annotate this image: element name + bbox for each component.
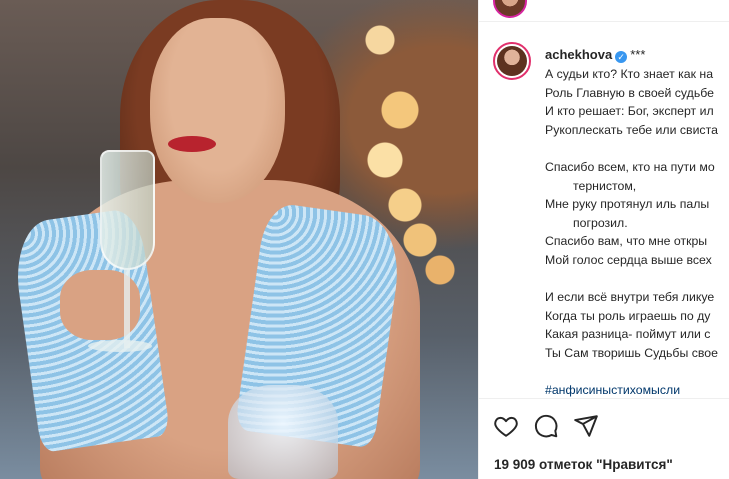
heart-icon[interactable] (493, 413, 519, 439)
caption-header: achekhova ✓ *** (545, 47, 645, 63)
caption-line: Мне руку протянул иль палы (545, 197, 710, 212)
caption-line: Спасибо всем, кто на пути мо (545, 159, 715, 174)
username-link[interactable]: achekhova (545, 47, 612, 62)
caption-gap (545, 270, 718, 289)
caption-line: Ты Сам творишь Судьбы свое (545, 345, 718, 360)
verified-badge-icon: ✓ (615, 51, 628, 63)
photo-champagne-glass (100, 150, 155, 270)
avatar[interactable] (493, 42, 531, 80)
caption-line: Роль Главную в своей судьбе (545, 85, 714, 100)
post-side-panel: achekhova ✓ *** А судьи кто? Кто знает как… (478, 0, 729, 479)
action-bar (479, 398, 729, 450)
previous-post-strip (479, 0, 729, 22)
share-icon[interactable] (573, 413, 599, 439)
caption-text: А судьи кто? Кто знает как на Роль Главн… (545, 65, 718, 400)
photo-face (150, 18, 285, 203)
caption-line: И если всё внутри тебя ликуе (545, 290, 715, 305)
caption-line: И кто решает: Бог, эксперт ил (545, 104, 714, 119)
caption-line: Мой голос сердца выше всех (545, 252, 712, 267)
caption-line: Рукоплескать тебе или свиста (545, 122, 718, 137)
caption-line: Когда ты роль играешь по ду (545, 308, 711, 323)
caption-line: А судьи кто? Кто знает как на (545, 67, 714, 81)
likes-count[interactable]: 19 909 отметок "Нравится" (494, 457, 673, 472)
caption-gap (545, 139, 718, 158)
caption-line: погрозил. (573, 215, 628, 230)
post-photo[interactable] (0, 0, 478, 479)
photo-glass-stem (124, 268, 130, 348)
hashtag-link[interactable]: #анфисиныстихомысли (545, 381, 718, 400)
previous-avatar[interactable] (493, 0, 527, 18)
caption-title: *** (630, 47, 646, 62)
caption-line: тернистом, (573, 178, 637, 193)
photo-foreground-glass (228, 385, 338, 479)
photo-lips (168, 136, 216, 152)
comment-icon[interactable] (533, 413, 559, 439)
caption-line: Спасибо вам, что мне откры (545, 234, 708, 249)
caption-gap (545, 363, 718, 382)
caption-line: Какая разница- поймут или с (545, 327, 711, 342)
photo-glass-base (88, 340, 152, 352)
